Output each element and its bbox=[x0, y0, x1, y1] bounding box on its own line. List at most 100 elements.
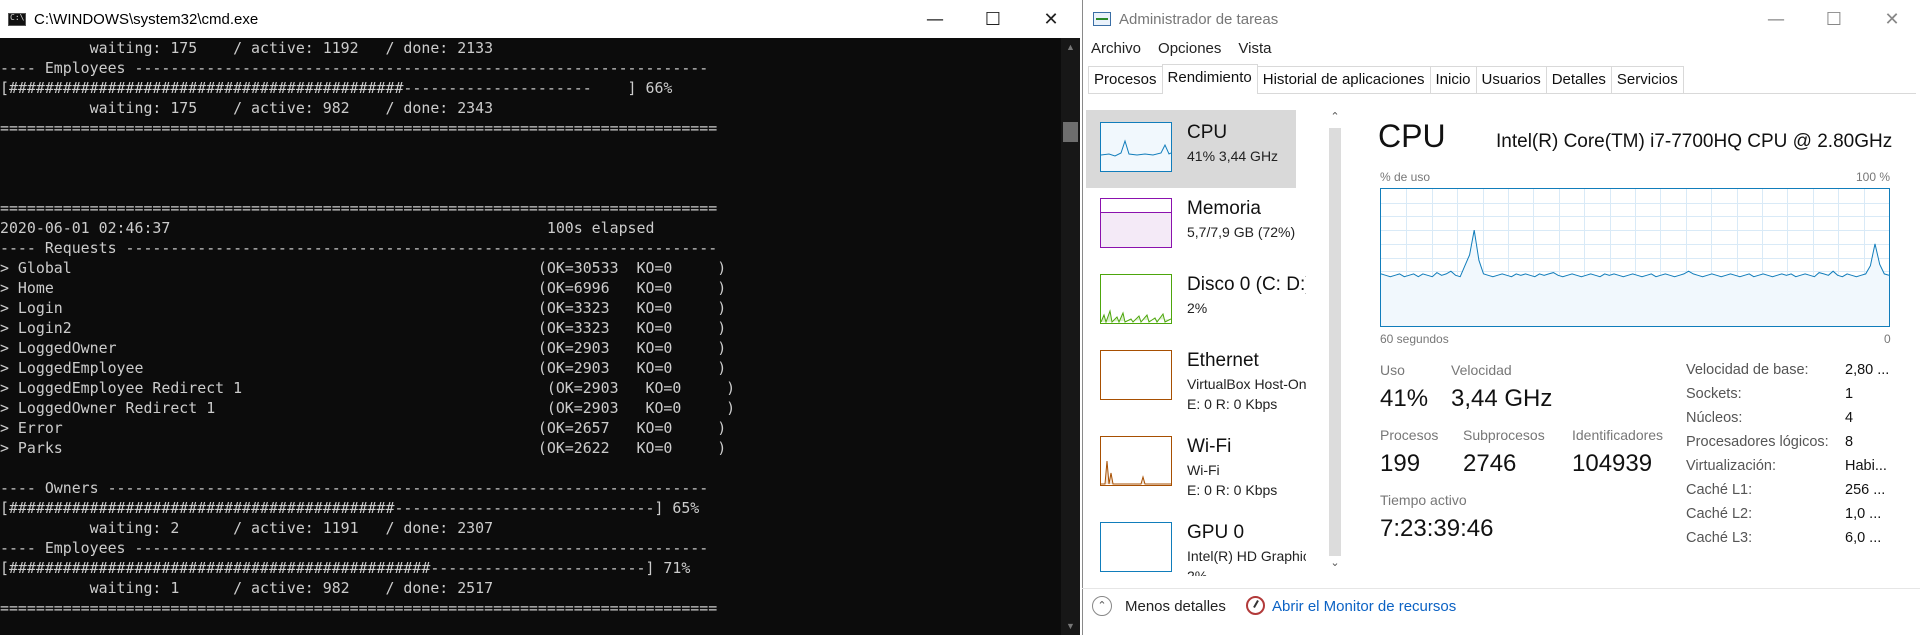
uso-value: 41% bbox=[1380, 385, 1429, 412]
console-line: [#######################################… bbox=[0, 499, 700, 517]
fewer-details-link[interactable]: Menos detalles bbox=[1125, 598, 1226, 615]
spec-value: 1,0 ... bbox=[1845, 506, 1882, 522]
menu-vista[interactable]: Vista bbox=[1238, 40, 1271, 57]
disk-thumbnail bbox=[1100, 274, 1172, 324]
console-line: ---- Employees -------------------------… bbox=[0, 539, 709, 557]
console-line: ========================================… bbox=[0, 199, 718, 217]
tm-window-title: Administrador de tareas bbox=[1119, 10, 1279, 28]
subprocesos-value: 2746 bbox=[1463, 450, 1517, 477]
wifi-thumbnail bbox=[1100, 436, 1172, 486]
sidebar-sub2-gpu: 2% bbox=[1187, 568, 1208, 576]
console-line: waiting: 175 / active: 1192 / done: 2133 bbox=[0, 39, 494, 57]
menu-opciones[interactable]: Opciones bbox=[1158, 40, 1221, 57]
console-line: ---- Requests --------------------------… bbox=[0, 239, 718, 257]
ethernet-thumbnail bbox=[1100, 350, 1172, 400]
cmd-scrollbar[interactable]: ▲ ▼ bbox=[1061, 38, 1080, 635]
spec-value: Habi... bbox=[1845, 458, 1887, 474]
console-line: 2020-06-01 02:46:37 100s elapsed bbox=[0, 219, 655, 237]
sidebar-scroll-thumb[interactable] bbox=[1329, 128, 1341, 556]
cmd-window-title: C:\WINDOWS\system32\cmd.exe bbox=[34, 10, 259, 28]
scroll-up-icon[interactable]: ▲ bbox=[1061, 38, 1080, 56]
tab-rendimiento[interactable]: Rendimiento bbox=[1161, 64, 1258, 94]
menu-archivo[interactable]: Archivo bbox=[1091, 40, 1141, 57]
cmd-titlebar[interactable]: C:\WINDOWS\system32\cmd.exe — ☐ ✕ bbox=[0, 0, 1080, 38]
tab-detalles[interactable]: Detalles bbox=[1545, 66, 1612, 93]
identificadores-value: 104939 bbox=[1572, 450, 1653, 477]
spec-label: Caché L2: bbox=[1686, 506, 1753, 522]
graph-ylabel: % de uso bbox=[1380, 170, 1431, 184]
sidebar-item-ethernet[interactable]: Ethernet VirtualBox Host-Only E: 0 R: 0 … bbox=[1086, 338, 1306, 416]
console-line: waiting: 175 / active: 982 / done: 2343 bbox=[0, 99, 494, 117]
console-line: > LoggedOwner Redirect 1 (OK=2903 KO=0 ) bbox=[0, 399, 736, 417]
velocidad-label: Velocidad bbox=[1451, 362, 1512, 378]
spec-value: 256 ... bbox=[1845, 482, 1886, 498]
task-manager-icon bbox=[1093, 12, 1111, 26]
tm-minimize-button[interactable]: — bbox=[1747, 0, 1805, 38]
sidebar-scroll-up-icon[interactable]: ⌃ bbox=[1326, 110, 1344, 123]
sidebar-item-cpu[interactable]: CPU 41% 3,44 GHz bbox=[1086, 110, 1296, 188]
console-line: waiting: 2 / active: 1191 / done: 2307 bbox=[0, 519, 494, 537]
tm-maximize-button[interactable]: ☐ bbox=[1805, 0, 1863, 38]
sidebar-label-cpu: CPU bbox=[1187, 122, 1228, 143]
sidebar-item-memoria[interactable]: Memoria 5,7/7,9 GB (72%) bbox=[1086, 186, 1296, 264]
tm-close-button[interactable]: ✕ bbox=[1863, 0, 1920, 38]
console-line: > LoggedOwner (OK=2903 KO=0 ) bbox=[0, 339, 727, 357]
sidebar-sub-gpu: Intel(R) HD Graphics bbox=[1187, 548, 1306, 564]
cmd-console-output[interactable]: waiting: 175 / active: 1192 / done: 2133… bbox=[0, 38, 1060, 635]
sidebar-item-wifi[interactable]: Wi-Fi Wi-Fi E: 0 R: 0 Kbps bbox=[1086, 424, 1296, 502]
sidebar-scroll-down-icon[interactable]: ⌄ bbox=[1326, 556, 1344, 569]
scroll-down-icon[interactable]: ▼ bbox=[1061, 617, 1080, 635]
sidebar-item-gpu[interactable]: GPU 0 Intel(R) HD Graphics 2% bbox=[1086, 510, 1306, 576]
memory-thumbnail bbox=[1100, 198, 1172, 248]
procesos-value: 199 bbox=[1380, 450, 1421, 477]
resource-monitor-link[interactable]: Abrir el Monitor de recursos bbox=[1272, 598, 1456, 615]
sidebar-label-wifi: Wi-Fi bbox=[1187, 436, 1232, 457]
tab-inicio[interactable]: Inicio bbox=[1429, 66, 1477, 93]
resource-monitor-icon[interactable] bbox=[1246, 596, 1265, 615]
cmd-window: C:\WINDOWS\system32\cmd.exe — ☐ ✕ waitin… bbox=[0, 0, 1080, 635]
console-line: ========================================… bbox=[0, 599, 718, 617]
sidebar-sub2-ethernet: E: 0 R: 0 Kbps bbox=[1187, 396, 1278, 412]
cpu-thumbnail bbox=[1100, 122, 1172, 172]
tiempo-activo-label: Tiempo activo bbox=[1380, 492, 1467, 508]
spec-label: Caché L3: bbox=[1686, 530, 1753, 546]
sidebar-sub-disco: 2% bbox=[1187, 300, 1208, 316]
scroll-thumb[interactable] bbox=[1063, 122, 1078, 142]
tab-procesos[interactable]: Procesos bbox=[1088, 66, 1163, 93]
gpu-thumbnail bbox=[1100, 522, 1172, 572]
panel-title: CPU bbox=[1378, 118, 1446, 154]
chevron-up-icon[interactable]: ⌃ bbox=[1092, 596, 1112, 616]
footer-divider bbox=[1082, 588, 1920, 589]
cpu-usage-graph bbox=[1380, 188, 1890, 327]
close-button[interactable]: ✕ bbox=[1022, 0, 1080, 38]
spec-value: 6,0 ... bbox=[1845, 530, 1882, 546]
sidebar-scrollbar[interactable]: ⌃ ⌄ bbox=[1326, 108, 1344, 576]
graph-xmin: 0 bbox=[1884, 332, 1891, 346]
subprocesos-label: Subprocesos bbox=[1463, 427, 1545, 443]
console-line: > Global (OK=30533 KO=0 ) bbox=[0, 259, 727, 277]
maximize-button[interactable]: ☐ bbox=[964, 0, 1022, 38]
cpu-usage-plot bbox=[1380, 189, 1890, 326]
sidebar-sub-wifi: Wi-Fi bbox=[1187, 462, 1220, 478]
sidebar-item-disco[interactable]: Disco 0 (C: D:) 2% bbox=[1086, 262, 1306, 340]
console-line: > Parks (OK=2622 KO=0 ) bbox=[0, 439, 727, 457]
console-line: ---- Employees -------------------------… bbox=[0, 59, 709, 77]
spec-value: 1 bbox=[1845, 386, 1854, 402]
spec-label: Caché L1: bbox=[1686, 482, 1753, 498]
spec-label: Sockets: bbox=[1686, 386, 1742, 402]
console-line: > Login2 (OK=3323 KO=0 ) bbox=[0, 319, 727, 337]
cpu-model-name: Intel(R) Core(TM) i7-7700HQ CPU @ 2.80GH… bbox=[1496, 131, 1893, 152]
sidebar-sub-memoria: 5,7/7,9 GB (72%) bbox=[1187, 224, 1296, 240]
minimize-button[interactable]: — bbox=[906, 0, 964, 38]
spec-label: Núcleos: bbox=[1686, 410, 1743, 426]
tm-titlebar[interactable]: Administrador de tareas — ☐ ✕ bbox=[1083, 0, 1920, 38]
console-line: > LoggedEmployee Redirect 1 (OK=2903 KO=… bbox=[0, 379, 736, 397]
sidebar-sub2-wifi: E: 0 R: 0 Kbps bbox=[1187, 482, 1278, 498]
tab-usuarios[interactable]: Usuarios bbox=[1475, 66, 1547, 93]
menu-bar: Archivo Opciones Vista bbox=[1091, 40, 1288, 57]
tab-servicios[interactable]: Servicios bbox=[1610, 66, 1684, 93]
tab-historial[interactable]: Historial de aplicaciones bbox=[1256, 66, 1431, 93]
